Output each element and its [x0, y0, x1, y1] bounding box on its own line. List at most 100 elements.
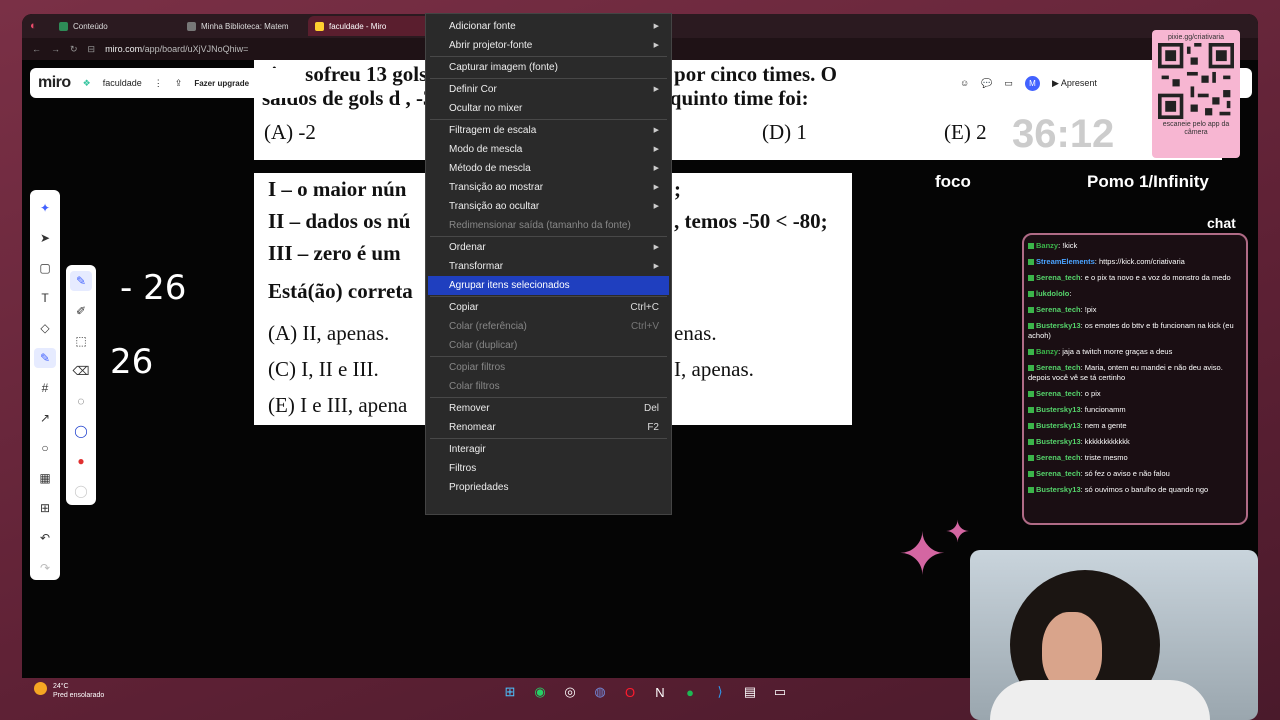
- color-blue-icon[interactable]: ◯: [70, 421, 92, 441]
- chat-text: o pix: [1084, 389, 1101, 398]
- chat-message: lukdololo:: [1028, 289, 1242, 299]
- pen-icon[interactable]: ✎: [34, 348, 56, 368]
- spotify-icon[interactable]: ●: [680, 682, 700, 702]
- notion-icon[interactable]: N: [650, 682, 670, 702]
- color-red-icon[interactable]: ●: [70, 451, 92, 471]
- eraser-icon[interactable]: ⌫: [70, 361, 92, 381]
- reactions-icon[interactable]: ☺: [960, 78, 969, 88]
- upgrade-button[interactable]: Fazer upgrade: [194, 79, 249, 88]
- menu-item[interactable]: Capturar imagem (fonte): [428, 58, 669, 77]
- menu-item[interactable]: Adicionar fonte ▶: [428, 17, 669, 36]
- menu-item[interactable]: Modo de mescla ▶: [428, 140, 669, 159]
- menu-item[interactable]: Interagir: [428, 440, 669, 459]
- reload-icon[interactable]: ↻: [70, 44, 78, 55]
- taskbar: 24°C Pred ensolarado ⊞ ◉ ◎ ◍ O N ● ⟩ ▤ ▭: [22, 678, 1258, 706]
- more-menu-icon[interactable]: ⋮: [154, 78, 163, 89]
- redo-icon[interactable]: ↷: [34, 558, 56, 578]
- menu-shortcut: Del: [643, 403, 659, 414]
- obs-context-menu: Adicionar fonte ▶ Abrir projetor-fonte ▶ Cap…: [425, 13, 672, 515]
- sparkle-decoration-icon: ✦: [898, 522, 947, 587]
- site-info-icon[interactable]: ⊟: [88, 44, 96, 55]
- qr-code-icon: [1158, 43, 1234, 119]
- menu-item[interactable]: Método de mescla ▶: [428, 159, 669, 178]
- chat-username: Serena_tech: [1036, 273, 1081, 282]
- handwritten-note[interactable]: 26: [110, 342, 153, 382]
- opera-icon[interactable]: O: [620, 682, 640, 702]
- lasso-icon[interactable]: ◌: [70, 391, 92, 411]
- present-button[interactable]: ▶ Apresent: [1052, 78, 1097, 89]
- calculator-icon[interactable]: ▤: [740, 682, 760, 702]
- menu-item[interactable]: Definir Cor ▶: [428, 80, 669, 99]
- board-name[interactable]: faculdade: [103, 78, 142, 88]
- menu-item[interactable]: Abrir projetor-fonte ▶: [428, 36, 669, 55]
- statement-1: I – o maior nún: [268, 177, 407, 201]
- shapes-icon[interactable]: ◇: [34, 318, 56, 338]
- tab-favicon-icon: [315, 21, 324, 31]
- avatar[interactable]: M: [1024, 75, 1040, 91]
- terminal-icon[interactable]: ▭: [770, 682, 790, 702]
- video-icon[interactable]: ▭: [1004, 78, 1013, 89]
- option-d-end: I, apenas.: [674, 357, 754, 381]
- chat-username: Bustersky13: [1036, 485, 1081, 494]
- menu-item[interactable]: Transição ao mostrar ▶: [428, 178, 669, 197]
- color-light-icon[interactable]: ◯: [70, 481, 92, 501]
- template-icon[interactable]: ▦: [34, 468, 56, 488]
- back-icon[interactable]: ←: [32, 44, 41, 54]
- menu-item[interactable]: Propriedades: [428, 478, 669, 497]
- menu-item-label: Redimensionar saída (tamanho da fonte): [449, 220, 631, 231]
- menu-item-label: Renomear: [449, 422, 496, 433]
- connector-icon[interactable]: ↗: [34, 408, 56, 428]
- menu-item[interactable]: Ocultar no mixer: [428, 99, 669, 118]
- menu-item: Colar (referência) Ctrl+V: [428, 317, 669, 336]
- text-tool-icon[interactable]: T: [34, 288, 56, 308]
- menu-item[interactable]: Copiar Ctrl+C: [428, 298, 669, 317]
- browser-menu-icon[interactable]: ◐: [30, 20, 48, 32]
- chat-text: jaja a twitch morre graças a deus: [1062, 347, 1173, 356]
- tab-miro[interactable]: faculdade - Miro: [308, 16, 432, 36]
- share-export-icon[interactable]: ⇪: [175, 78, 183, 89]
- weather-widget[interactable]: 24°C Pred ensolarado: [34, 682, 104, 700]
- miro-logo[interactable]: miro: [38, 74, 71, 92]
- badge-icon: [1028, 423, 1034, 430]
- chat-text: https://kick.com/criativaria: [1098, 257, 1185, 266]
- discord-icon[interactable]: ◍: [590, 682, 610, 702]
- handwritten-note[interactable]: - 26: [120, 268, 186, 308]
- highlighter-icon[interactable]: ✐: [70, 301, 92, 321]
- tab-conteudo[interactable]: Conteúdo: [52, 16, 176, 36]
- menu-item[interactable]: Transformar ▶: [428, 257, 669, 276]
- chat-message: StreamElements: https://kick.com/criativ…: [1028, 257, 1242, 267]
- smart-drawing-icon[interactable]: ⬚: [70, 331, 92, 351]
- pen-icon[interactable]: ✎: [70, 271, 92, 291]
- forward-icon[interactable]: →: [51, 44, 60, 54]
- badge-icon: [1028, 349, 1034, 356]
- badge-icon: [1028, 323, 1034, 330]
- frame-icon[interactable]: #: [34, 378, 56, 398]
- menu-item[interactable]: Transição ao ocultar ▶: [428, 197, 669, 216]
- menu-item-label: Definir Cor: [449, 84, 497, 95]
- vscode-icon[interactable]: ⟩: [710, 682, 730, 702]
- sticky-note-icon[interactable]: ▢: [34, 258, 56, 278]
- obs-icon[interactable]: ◎: [560, 682, 580, 702]
- add-more-icon[interactable]: ⊞: [34, 498, 56, 518]
- menu-item[interactable]: Filtros: [428, 459, 669, 478]
- menu-item[interactable]: Ordenar ▶: [428, 238, 669, 257]
- menu-shortcut: Ctrl+V: [630, 321, 659, 332]
- menu-item[interactable]: Renomear F2: [428, 418, 669, 437]
- sun-icon: [34, 682, 47, 695]
- submenu-arrow-icon: ▶: [653, 263, 659, 270]
- comments-icon[interactable]: 💬: [981, 78, 992, 89]
- menu-item[interactable]: Remover Del: [428, 399, 669, 418]
- windows-start-icon[interactable]: ⊞: [500, 682, 520, 702]
- qr-url: pixie.gg/criativaria: [1167, 34, 1225, 41]
- menu-item[interactable]: Filtragem de escala ▶: [428, 121, 669, 140]
- menu-item: Colar (duplicar): [428, 336, 669, 355]
- whatsapp-icon[interactable]: ◉: [530, 682, 550, 702]
- select-cursor-icon[interactable]: ➤: [34, 228, 56, 248]
- menu-item-label: Modo de mescla: [449, 144, 523, 155]
- tab-biblioteca[interactable]: Minha Biblioteca: Matem: [180, 16, 304, 36]
- undo-icon[interactable]: ↶: [34, 528, 56, 548]
- menu-item[interactable]: Agrupar itens selecionados: [428, 276, 669, 295]
- url-field[interactable]: miro.com/app/board/uXjVJNoQhiw=: [105, 44, 248, 54]
- comment-icon[interactable]: ○: [34, 438, 56, 458]
- ai-sparkle-icon[interactable]: ✦: [34, 198, 56, 218]
